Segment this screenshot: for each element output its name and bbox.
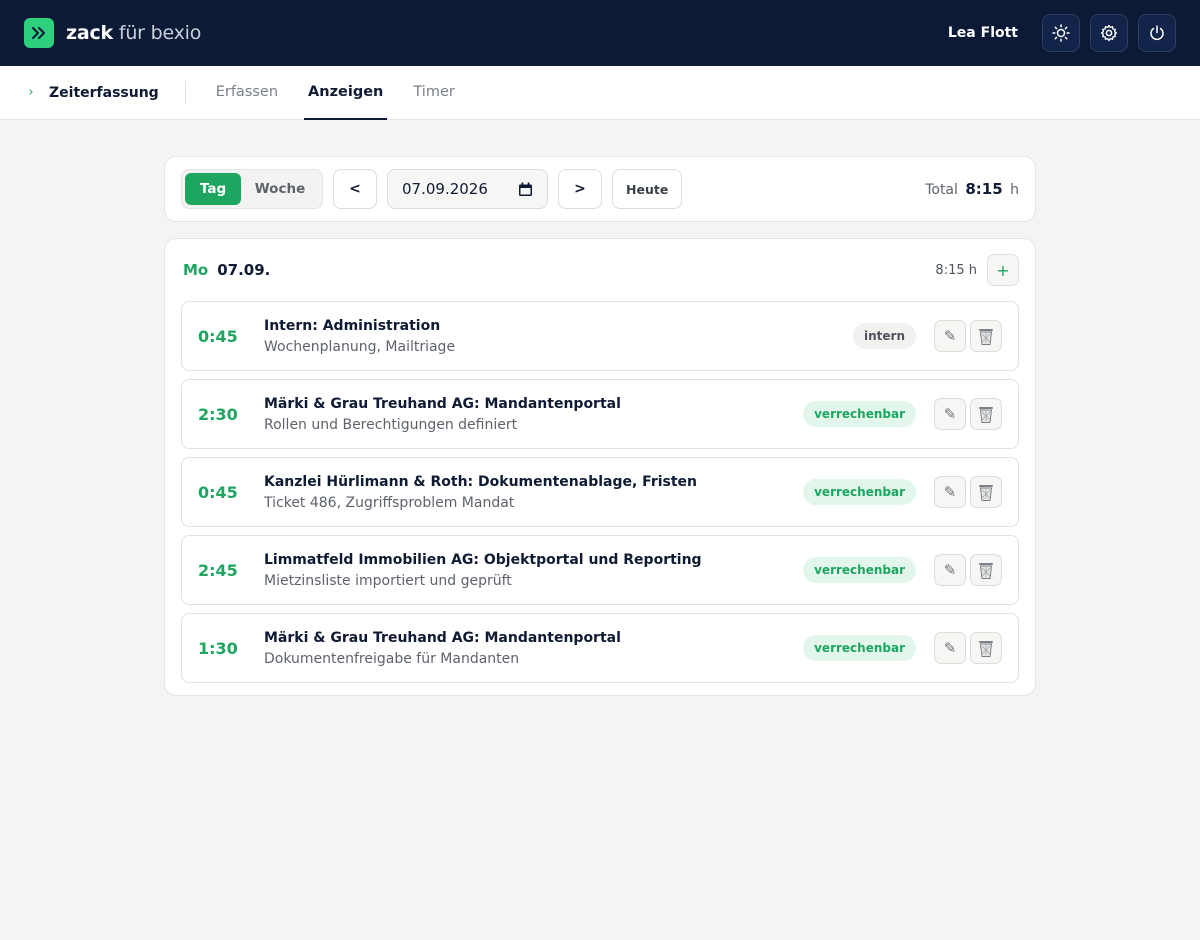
entry-title: Intern: Administration [264,317,441,334]
entry-tag: intern [853,323,916,349]
trash-icon [979,329,993,345]
entry-title: Limmatfeld Immobilien AG: Objektportal u… [264,551,702,568]
user-name: Lea Flott [947,25,1018,41]
entry-description: Rollen und Berechtigungen definiert [264,416,518,433]
trash-icon [979,641,993,657]
calendar-icon[interactable] [518,182,533,197]
trash-icon [979,485,993,501]
total-hours: Total 8:15 h [925,180,1019,198]
entry-tag: verrechenbar [803,635,916,661]
section-title: Zeiterfassung [49,84,159,101]
pencil-icon: ✎ [943,639,957,657]
view-day-button[interactable]: Tag [185,173,241,205]
entry-duration: 0:45 [198,326,238,346]
today-button[interactable]: Heute [612,169,683,209]
entry-tag: verrechenbar [803,401,916,427]
add-entry-button[interactable]: + [987,254,1019,286]
brand-name: zack für bexio [66,22,201,44]
entry-tag: verrechenbar [803,557,916,583]
edit-button[interactable]: ✎ [934,476,966,508]
tab-erfassen[interactable]: Erfassen [212,66,282,120]
total-value: 8:15 [965,180,1003,198]
entry-duration: 1:30 [198,638,238,658]
divider [184,80,186,105]
next-day-button[interactable]: > [558,169,602,209]
trash-icon [979,563,993,579]
time-entry[interactable]: 0:45 Kanzlei Hürlimann & Roth: Dokumente… [181,457,1019,527]
delete-button[interactable] [970,476,1002,508]
view-toolbar: Tag Woche < 07.09.2026 > Heute Total 8:1… [164,156,1036,222]
brand-light: für bexio [118,22,202,44]
settings-button[interactable] [1090,14,1128,52]
pencil-icon: ✎ [943,327,957,345]
edit-button[interactable]: ✎ [934,398,966,430]
entry-description: Mietzinsliste importiert und geprüft [264,572,512,589]
double-chevron-right-icon [32,27,45,39]
entry-title: Kanzlei Hürlimann & Roth: Dokumentenabla… [264,473,698,490]
delete-button[interactable] [970,554,1002,586]
day-weekday: Mo [183,261,209,279]
tab-anzeigen[interactable]: Anzeigen [304,66,388,120]
sub-navigation: › Zeiterfassung Erfassen Anzeigen Timer [0,66,1200,120]
total-label: Total [925,182,958,198]
entry-description: Ticket 486, Zugriffsproblem Mandat [264,494,515,511]
entry-duration: 2:45 [198,560,238,580]
entry-tag: verrechenbar [803,479,916,505]
pencil-icon: ✎ [943,405,957,423]
top-bar: zack für bexio Lea Flott [0,0,1200,66]
view-switch: Tag Woche [181,169,323,209]
edit-button[interactable]: ✎ [934,632,966,664]
pencil-icon: ✎ [943,561,957,579]
day-date: 07.09. [217,261,271,279]
total-unit: h [1010,182,1019,198]
entry-title: Märki & Grau Treuhand AG: Mandantenporta… [264,629,621,646]
previous-day-button[interactable]: < [333,169,377,209]
day-card: Mo 07.09. 8:15 h + 0:45 Intern: Administ… [164,238,1036,696]
power-icon [1150,25,1164,41]
pencil-icon: ✎ [943,483,957,501]
trash-icon [979,407,993,423]
app-logo-icon[interactable] [24,18,54,48]
theme-toggle-button[interactable] [1042,14,1080,52]
gear-icon [1100,24,1118,42]
entry-title: Märki & Grau Treuhand AG: Mandantenporta… [264,395,621,412]
delete-button[interactable] [970,398,1002,430]
delete-button[interactable] [970,632,1002,664]
day-sum: 8:15 h [935,262,977,278]
edit-button[interactable]: ✎ [934,554,966,586]
date-input[interactable]: 07.09.2026 [387,169,548,209]
brand-bold: zack [66,22,113,44]
edit-button[interactable]: ✎ [934,320,966,352]
delete-button[interactable] [970,320,1002,352]
logout-button[interactable] [1138,14,1176,52]
time-entry[interactable]: 1:30 Märki & Grau Treuhand AG: Mandanten… [181,613,1019,683]
time-entry[interactable]: 2:30 Märki & Grau Treuhand AG: Mandanten… [181,379,1019,449]
tab-timer[interactable]: Timer [409,66,458,120]
entry-duration: 2:30 [198,404,238,424]
view-week-button[interactable]: Woche [241,173,319,205]
day-header: Mo 07.09. 8:15 h + [181,239,1019,301]
entry-duration: 0:45 [198,482,238,502]
entry-description: Dokumentenfreigabe für Mandanten [264,650,520,667]
entry-description: Wochenplanung, Mailtriage [264,338,456,355]
time-entry[interactable]: 2:45 Limmatfeld Immobilien AG: Objektpor… [181,535,1019,605]
chevron-right-icon[interactable]: › [24,85,38,100]
time-entry[interactable]: 0:45 Intern: Administration Wochenplanun… [181,301,1019,371]
date-value: 07.09.2026 [402,180,488,198]
sun-icon [1052,24,1070,42]
